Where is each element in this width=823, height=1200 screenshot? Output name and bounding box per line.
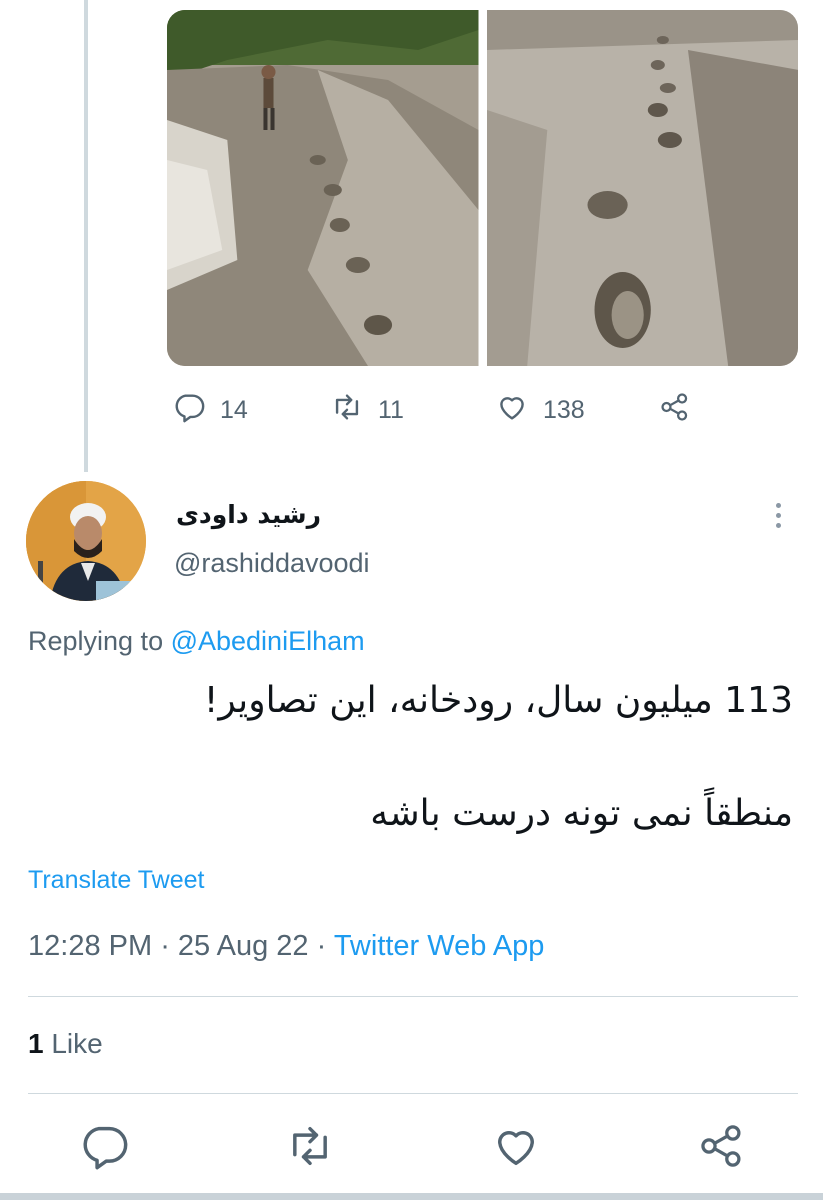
thread-connector-line — [84, 0, 88, 472]
parent-like-button[interactable]: 138 — [495, 388, 585, 432]
display-name[interactable]: رشید داودی — [176, 500, 321, 529]
translate-tweet-link[interactable]: Translate Tweet — [28, 866, 204, 895]
reply-icon — [172, 390, 206, 431]
tweet-text-line: منطقاً نمی تونه درست باشه — [370, 793, 793, 834]
parent-action-bar: 14 11 138 — [172, 388, 732, 432]
retweet-icon — [293, 1126, 327, 1166]
retweet-button[interactable] — [284, 1120, 336, 1172]
retweet-icon — [330, 390, 364, 431]
tweet-source-link[interactable]: Twitter Web App — [334, 930, 545, 962]
like-icon — [498, 1130, 534, 1166]
share-icon — [658, 390, 692, 431]
parent-share-button[interactable] — [658, 388, 692, 432]
like-count: 1 — [28, 1028, 44, 1059]
media-photo-2[interactable] — [486, 10, 798, 366]
more-options-button[interactable] — [768, 500, 788, 534]
replying-to-line: Replying to @AbediniElham — [28, 626, 365, 657]
share-icon — [701, 1125, 741, 1167]
tweet-date[interactable]: 25 Aug 22 — [178, 930, 309, 962]
like-label: Like — [43, 1028, 103, 1059]
tweet-action-bar — [0, 1120, 823, 1176]
replying-prefix: Replying to — [28, 626, 171, 656]
like-icon — [495, 390, 529, 431]
tweet-media-grid[interactable] — [167, 10, 798, 366]
avatar[interactable] — [26, 481, 146, 601]
likes-count-link[interactable]: 1 Like — [28, 1028, 103, 1060]
tweet-time[interactable]: 12:28 PM — [28, 930, 152, 962]
reply-button[interactable] — [78, 1120, 130, 1172]
parent-retweet-button[interactable]: 11 — [330, 388, 404, 432]
user-handle[interactable]: @rashiddavoodi — [174, 548, 370, 579]
divider — [28, 1093, 798, 1094]
media-photo-1[interactable] — [167, 10, 479, 366]
bottom-edge-bar — [0, 1193, 823, 1200]
parent-reply-count: 14 — [220, 395, 248, 424]
tweet-text: 113 میلیون سال، رودخانه، این تصاویر! منط… — [23, 672, 793, 843]
meta-separator: · — [152, 930, 178, 962]
divider — [28, 996, 798, 997]
reply-icon — [83, 1126, 128, 1170]
meta-separator: · — [308, 930, 334, 962]
parent-reply-button[interactable]: 14 — [172, 388, 248, 432]
tweet-text-line: 113 میلیون سال، رودخانه، این تصاویر! — [203, 680, 793, 721]
share-button[interactable] — [696, 1120, 748, 1172]
like-button[interactable] — [490, 1120, 542, 1172]
more-icon — [768, 503, 788, 528]
replying-to-link[interactable]: @AbediniElham — [171, 626, 365, 656]
tweet-metadata: 12:28 PM · 25 Aug 22 · Twitter Web App — [28, 930, 544, 963]
parent-retweet-count: 11 — [378, 395, 404, 424]
parent-like-count: 138 — [543, 395, 585, 424]
